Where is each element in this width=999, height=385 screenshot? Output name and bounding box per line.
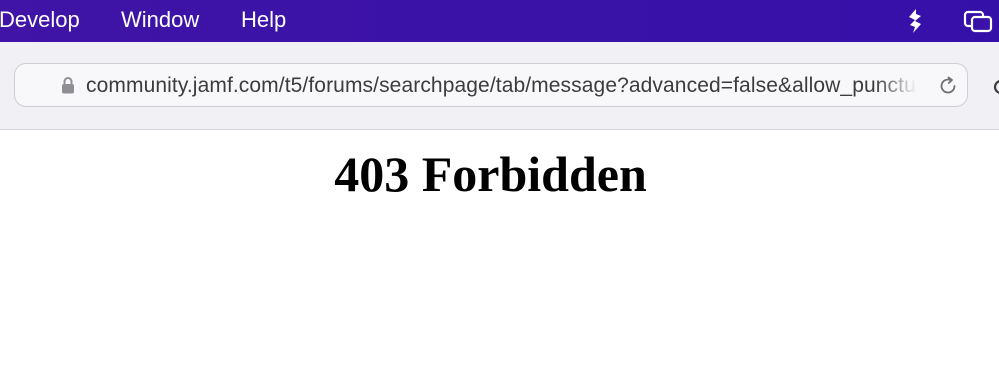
menu-bar: Develop Window Help — [0, 0, 999, 42]
page-title: 403 Forbidden — [334, 146, 647, 202]
address-bar[interactable]: community.jamf.com/t5/forums/searchpage/… — [14, 63, 968, 107]
menu-help[interactable]: Help — [241, 6, 286, 34]
reload-icon[interactable] — [937, 75, 959, 97]
lock-icon — [61, 76, 75, 94]
window-switcher-icon[interactable] — [963, 9, 993, 33]
menu-develop[interactable]: Develop — [0, 6, 80, 34]
browser-toolbar: community.jamf.com/t5/forums/searchpage/… — [0, 42, 999, 130]
url-text[interactable]: community.jamf.com/t5/forums/searchpage/… — [86, 74, 916, 98]
toolbar-overflow-icon[interactable] — [990, 72, 999, 102]
page-content: 403 Forbidden — [0, 130, 999, 385]
scripting-app-icon[interactable] — [903, 8, 927, 34]
menu-window[interactable]: Window — [121, 6, 199, 34]
